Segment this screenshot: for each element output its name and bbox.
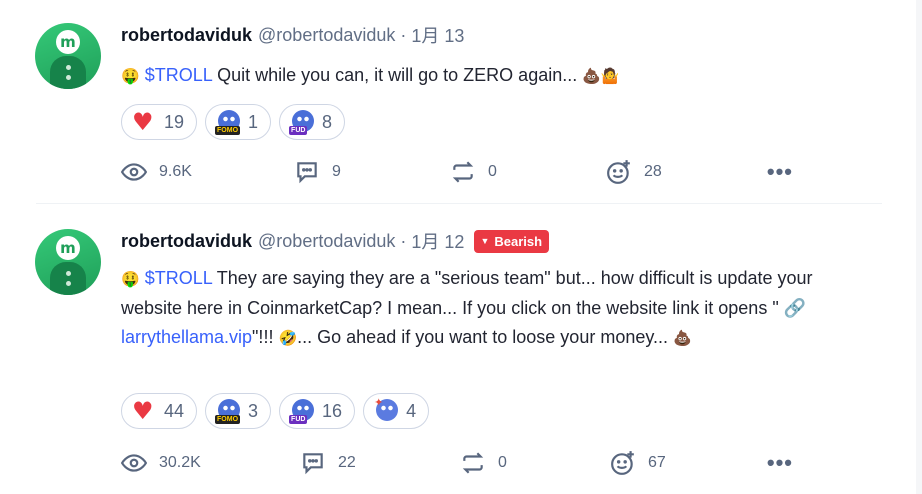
post-stats: 30.2K 22 0 67 ••• <box>121 448 793 478</box>
avatar[interactable]: m <box>35 229 101 295</box>
comment-button[interactable]: 9 <box>294 157 341 187</box>
comments-count: 9 <box>332 163 341 180</box>
reposts-count: 0 <box>488 163 497 180</box>
heart-icon: ♥ <box>132 397 154 425</box>
reaction-count: 8 <box>322 111 333 132</box>
eye-icon <box>121 163 147 181</box>
repost-button[interactable]: 0 <box>450 157 497 187</box>
caret-down-icon: ▼ <box>480 236 490 246</box>
fud-icon: FUD <box>289 109 316 135</box>
post-body-text: They are saying they are a "serious team… <box>121 268 813 318</box>
comment-icon <box>303 453 323 475</box>
reaction-bar: ♥ 19 FOMO 1 FUD 8 <box>121 104 346 140</box>
reaction-heart[interactable]: ♥ 44 <box>121 393 198 429</box>
separator: · <box>400 230 407 251</box>
comments-count: 22 <box>338 454 356 471</box>
smile-plus-icon <box>611 451 634 475</box>
fomo-icon: FOMO <box>215 398 242 424</box>
emoji-money-face: 🤑 <box>121 67 140 85</box>
views-count: 9.6K <box>159 163 192 180</box>
post-date: 1月 12 <box>411 232 465 252</box>
views-count: 30.2K <box>159 454 201 471</box>
likes-count: 67 <box>648 454 666 471</box>
reaction-count: 1 <box>248 111 259 132</box>
post-stats: 9.6K 9 0 28 ••• <box>121 157 793 187</box>
comment-icon <box>297 162 317 184</box>
badge-label: Bearish <box>494 233 543 249</box>
username[interactable]: robertodaviduk <box>121 25 252 46</box>
emoji-rofl: 🤣 <box>278 329 298 347</box>
comment-button[interactable]: 22 <box>300 448 356 478</box>
scrollbar[interactable] <box>916 0 922 494</box>
reaction-add-button[interactable]: 67 <box>610 448 666 478</box>
emoji-suffix: 💩 <box>673 329 692 347</box>
reaction-bar: ♥ 44 FOMO 3 FUD 16 ✦ 4 <box>121 393 430 429</box>
fud-icon: FUD <box>289 398 316 424</box>
reaction-fud[interactable]: FUD 8 <box>279 104 346 140</box>
more-options-button[interactable]: ••• <box>767 157 793 187</box>
heart-icon: ♥ <box>132 108 154 136</box>
user-handle[interactable]: @robertodaviduk <box>258 231 395 252</box>
eye-icon <box>121 454 147 472</box>
post-date: 1月 13 <box>411 26 465 46</box>
avatar[interactable]: m <box>35 23 101 89</box>
post-divider <box>36 203 882 204</box>
reaction-fomo[interactable]: FOMO 1 <box>205 104 272 140</box>
coinmarketcap-logo-icon: m <box>56 236 80 260</box>
reaction-fud[interactable]: FUD 16 <box>279 393 356 429</box>
repost-icon <box>462 452 484 474</box>
reaction-count: 44 <box>164 400 185 421</box>
reaction-count: 3 <box>248 400 259 421</box>
views-stat: 30.2K <box>121 448 201 478</box>
reaction-count: 19 <box>164 111 185 132</box>
post-text: 🤑 $TROLL They are saying they are a "ser… <box>121 264 821 353</box>
fomo-icon: FOMO <box>215 109 242 135</box>
reaction-add-button[interactable]: 28 <box>606 157 662 187</box>
post-body-text: Quit while you can, it will go to ZERO a… <box>212 65 583 85</box>
reposts-count: 0 <box>498 454 507 471</box>
repost-button[interactable]: 0 <box>460 448 507 478</box>
repost-icon <box>452 161 474 183</box>
views-stat: 9.6K <box>121 157 192 187</box>
post-body-text: ... Go ahead if you want to loose your m… <box>297 327 674 347</box>
reaction-count: 4 <box>406 400 417 421</box>
post-card: m robertodaviduk @robertodaviduk · 1月 12… <box>0 205 922 494</box>
bearish-badge: ▼ Bearish <box>474 229 550 253</box>
more-options-button[interactable]: ••• <box>767 448 793 478</box>
emoji-suffix: 💩🤷 <box>582 67 620 85</box>
link-text: larrythellama.vip <box>121 327 253 347</box>
reaction-heart[interactable]: ♥ 19 <box>121 104 198 140</box>
post-header: robertodaviduk @robertodaviduk · 1月 13 <box>121 23 464 47</box>
ticker-link[interactable]: $TROLL <box>145 268 212 288</box>
reaction-fomo[interactable]: FOMO 3 <box>205 393 272 429</box>
link-icon: 🔗 <box>783 298 807 318</box>
rocket-icon: ✦ <box>374 397 400 424</box>
reaction-count: 16 <box>322 400 343 421</box>
post-header: robertodaviduk @robertodaviduk · 1月 12 ▼… <box>121 229 550 253</box>
username[interactable]: robertodaviduk <box>121 231 252 252</box>
likes-count: 28 <box>644 163 662 180</box>
post-card: m robertodaviduk @robertodaviduk · 1月 13… <box>0 0 922 205</box>
user-handle[interactable]: @robertodaviduk <box>258 25 395 46</box>
post-text: 🤑 $TROLL Quit while you can, it will go … <box>121 61 821 91</box>
post-body-text: "!!! <box>252 327 279 347</box>
coinmarketcap-logo-icon: m <box>56 30 80 54</box>
emoji-money-face: 🤑 <box>121 270 140 288</box>
smile-plus-icon <box>607 160 630 184</box>
ticker-link[interactable]: $TROLL <box>145 65 212 85</box>
reaction-rocket[interactable]: ✦ 4 <box>363 393 430 429</box>
separator: · <box>400 24 407 45</box>
